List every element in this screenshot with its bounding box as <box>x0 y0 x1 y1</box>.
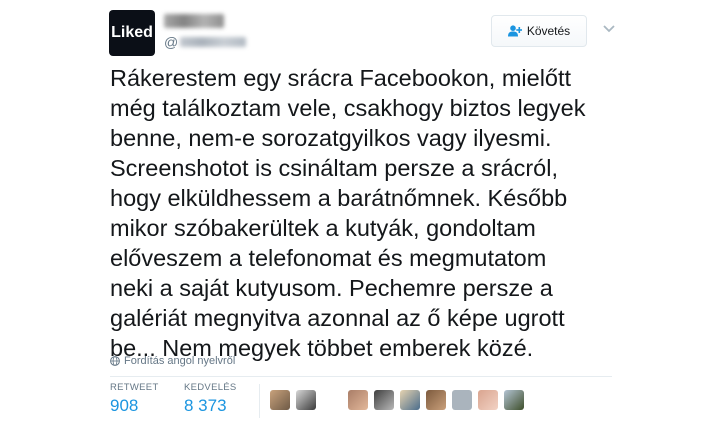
tweet-line: neki a saját kutyusom. Pechemre persze a <box>110 275 553 301</box>
likes-stat[interactable]: KEDVELÉS 8 373 <box>184 382 237 416</box>
avatar[interactable]: Liked <box>109 10 155 56</box>
tweet-line: előveszem a telefonomat és megmutatom <box>110 245 547 271</box>
tweet-line: benne, nem-e sorozatgyilkos vagy ilyesmi… <box>110 125 552 151</box>
liker-avatar[interactable] <box>426 390 446 410</box>
handle-at-sign: @ <box>164 34 179 50</box>
retweet-label: RETWEET <box>110 382 159 393</box>
likes-label: KEDVELÉS <box>184 382 237 393</box>
liker-avatar[interactable] <box>374 390 394 410</box>
display-name-blurred[interactable] <box>164 14 224 28</box>
handle[interactable]: @ <box>164 34 247 50</box>
divider <box>110 376 612 377</box>
liker-avatar[interactable] <box>270 390 290 410</box>
follow-button-label: Követés <box>526 24 571 38</box>
chevron-down-icon[interactable] <box>602 22 616 36</box>
likes-count[interactable]: 8 373 <box>184 396 237 416</box>
liker-avatar[interactable] <box>296 390 316 410</box>
liker-avatar[interactable] <box>400 390 420 410</box>
user-identity[interactable]: @ <box>164 12 247 50</box>
translate-link[interactable]: Fordítás angol nyelvről <box>110 355 235 367</box>
follow-button[interactable]: Követés <box>491 15 587 47</box>
handle-blurred <box>180 37 247 47</box>
retweet-stat[interactable]: RETWEET 908 <box>110 382 159 416</box>
stats-separator <box>259 384 260 418</box>
tweet-line: még találkoztam vele, csakhogy biztos le… <box>110 95 586 121</box>
person-plus-icon <box>507 25 522 37</box>
liker-avatar[interactable] <box>348 390 368 410</box>
globe-icon <box>110 356 120 366</box>
translate-label: Fordítás angol nyelvről <box>124 355 236 367</box>
liker-avatar[interactable] <box>478 390 498 410</box>
liker-avatar-default[interactable] <box>452 390 472 410</box>
tweet-line: Screenshotot is csináltam persze a srácr… <box>110 155 558 181</box>
retweet-count[interactable]: 908 <box>110 396 159 416</box>
tweet-text: Rákerestem egy srácra Facebookon, mielőt… <box>110 63 620 363</box>
tweet-line: hogy elküldhessem a barátnőmnek. Később <box>110 185 568 211</box>
tweet-line: galériát megnyitva azonnal az ő képe ugr… <box>110 305 565 331</box>
tweet-line: Rákerestem egy srácra Facebookon, mielőt… <box>110 65 572 91</box>
liker-avatars-group-1 <box>270 390 322 410</box>
tweet-line: mikor szóbakerültek a kutyák, gondoltam <box>110 215 536 241</box>
liker-avatar[interactable] <box>504 390 524 410</box>
avatar-logo-text: Liked <box>111 24 153 41</box>
liker-avatars-group-2 <box>348 390 530 410</box>
